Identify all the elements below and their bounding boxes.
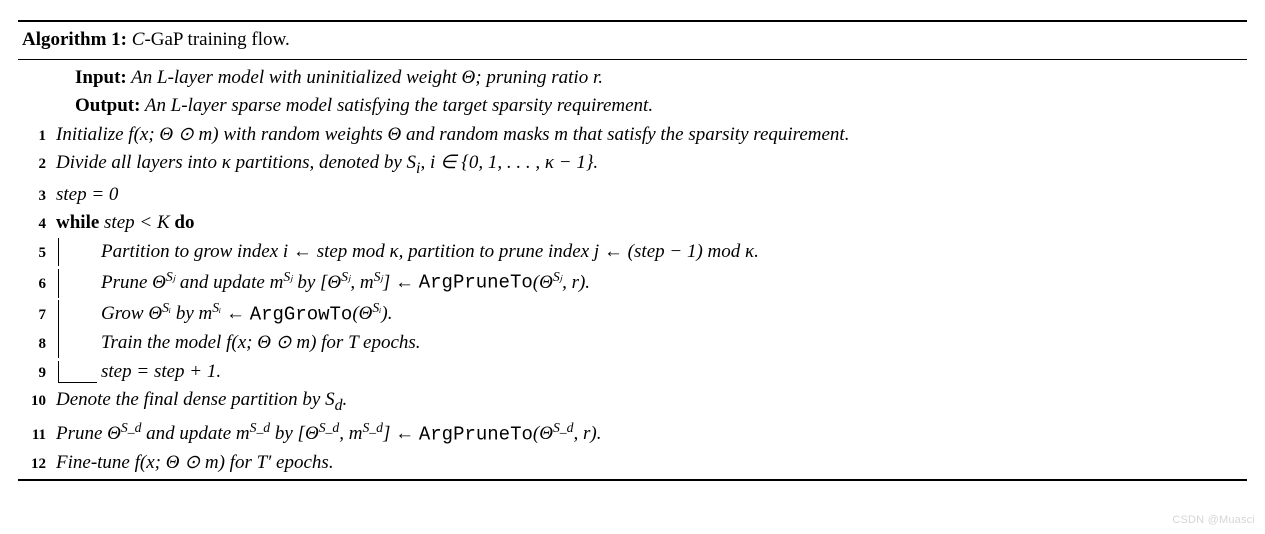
algorithm-name-post: -GaP training flow. — [144, 29, 289, 50]
output-text: An L-layer sparse model satisfying the t… — [140, 95, 653, 116]
loop-bar — [58, 269, 97, 298]
line-11: 11 Prune ΘS_d and update mS_d by [ΘS_d, … — [18, 418, 1247, 449]
lineno-12: 12 — [18, 453, 56, 476]
line-1: 1 Initialize f(x; Θ ⊙ m) with random wei… — [18, 121, 1247, 150]
algorithm-box: Algorithm 1: C-GaP training flow. Input:… — [18, 20, 1247, 481]
lineno-6: 6 — [18, 273, 56, 296]
do-keyword: do — [174, 212, 194, 233]
fn-argpruneto: ArgPruneTo — [419, 272, 533, 294]
output-line: Output: An L-layer sparse model satisfyi… — [18, 92, 1247, 121]
line-8: 8 Train the model f(x; Θ ⊙ m) for T epoc… — [18, 329, 1247, 358]
loop-bar — [58, 329, 97, 358]
line-12-text: Fine-tune f(x; Θ ⊙ m) for T′ epochs. — [56, 449, 1247, 478]
algorithm-body: Input: An L-layer model with uninitializ… — [18, 60, 1247, 480]
algorithm-name-italic: C — [132, 29, 145, 50]
line-3: 3 step = 0 — [18, 181, 1247, 210]
algorithm-title-row: Algorithm 1: C-GaP training flow. — [18, 22, 1247, 60]
algorithm-number: Algorithm 1: — [22, 29, 127, 50]
lineno-11: 11 — [18, 424, 56, 447]
input-line: Input: An L-layer model with uninitializ… — [18, 64, 1247, 93]
lineno-9: 9 — [18, 362, 56, 385]
input-text: An L-layer model with uninitialized weig… — [127, 67, 603, 88]
loop-bar — [58, 300, 97, 329]
line-12: 12 Fine-tune f(x; Θ ⊙ m) for T′ epochs. — [18, 449, 1247, 478]
fn-argpruneto-2: ArgPruneTo — [419, 423, 533, 445]
line-5: 5 Partition to grow index i ← step mod κ… — [18, 238, 1247, 267]
line-1-text: Initialize f(x; Θ ⊙ m) with random weigh… — [56, 121, 1247, 150]
lineno-3: 3 — [18, 185, 56, 208]
loop-bar — [58, 238, 97, 267]
line-4: 4 while step < K do — [18, 209, 1247, 238]
line-7: 7 Grow ΘSᵢ by mSᵢ ← ArgGrowTo(ΘSᵢ). — [18, 298, 1247, 329]
lineno-5: 5 — [18, 242, 56, 265]
lineno-2: 2 — [18, 153, 56, 176]
input-label: Input: — [75, 67, 127, 88]
watermark: CSDN @Muasci — [1172, 512, 1255, 529]
lineno-10: 10 — [18, 390, 56, 413]
line-2: 2 Divide all layers into κ partitions, d… — [18, 149, 1247, 181]
fn-arggrowto: ArgGrowTo — [250, 303, 353, 325]
line-6: 6 Prune ΘSⱼ and update mSⱼ by [ΘSⱼ, mSⱼ]… — [18, 266, 1247, 297]
while-keyword: while — [56, 212, 99, 233]
line-10: 10 Denote the final dense partition by S… — [18, 386, 1247, 418]
line-9: 9 step = step + 1. — [18, 358, 1247, 387]
lineno-1: 1 — [18, 125, 56, 148]
lineno-8: 8 — [18, 333, 56, 356]
output-label: Output: — [75, 95, 140, 116]
lineno-4: 4 — [18, 213, 56, 236]
loop-bar-end — [58, 361, 97, 383]
lineno-7: 7 — [18, 304, 56, 327]
